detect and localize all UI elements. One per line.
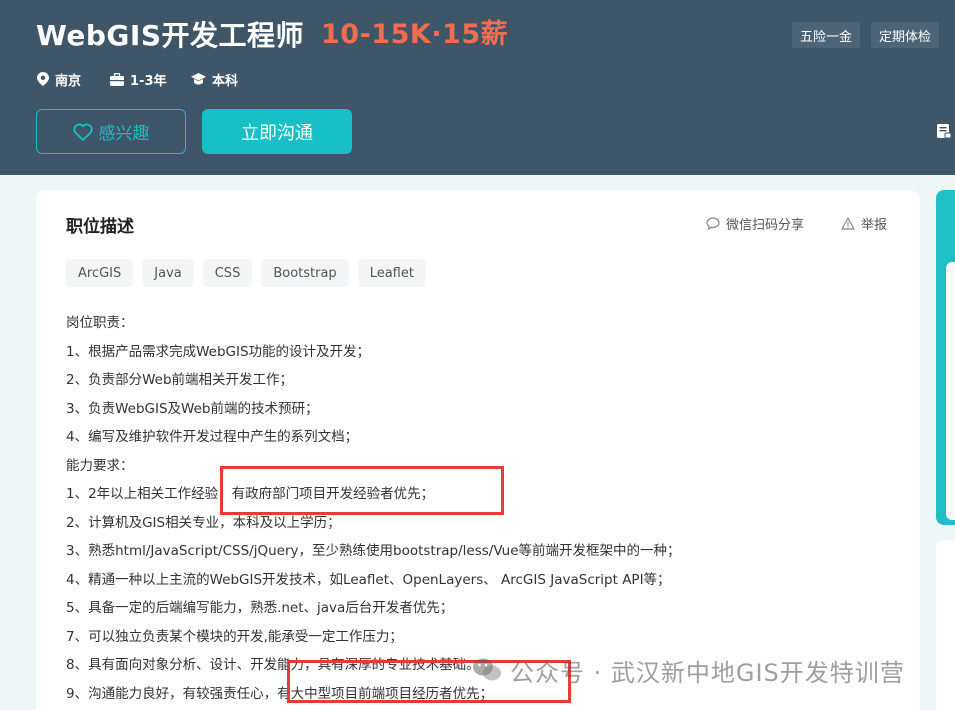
description-line: 2、负责部分Web前端相关开发工作； xyxy=(66,372,294,388)
watermark-text: 公众号 · 武汉新中地GIS开发特训营 xyxy=(510,658,905,687)
share-label: 微信扫码分享 xyxy=(726,218,805,233)
skill-tag[interactable]: Bootstrap xyxy=(261,259,349,287)
experience-text: 1-3年 xyxy=(130,73,167,89)
chat-now-button[interactable]: 立即沟通 xyxy=(202,109,352,154)
interest-button-label: 感兴趣 xyxy=(98,124,150,144)
section-title: 职位描述 xyxy=(66,217,134,237)
highlight-box xyxy=(220,466,504,515)
description-line: 5、具备一定的后端编写能力，熟悉.net、java后台开发者优先； xyxy=(66,600,454,616)
document-icon[interactable] xyxy=(936,123,952,139)
skill-tag[interactable]: ArcGIS xyxy=(66,259,134,287)
description-line: 1、根据产品需求完成WebGIS功能的设计及开发； xyxy=(66,343,371,360)
job-education: 本科 xyxy=(191,69,238,89)
skill-tag[interactable]: CSS xyxy=(202,259,253,287)
skill-tag[interactable]: Leaflet xyxy=(357,259,426,287)
warning-icon xyxy=(841,217,855,230)
wechat-icon xyxy=(473,658,501,681)
description-line: 7、可以独立负责某个模块的开发,能承受一定工作压力； xyxy=(66,628,403,645)
skill-tag[interactable]: Java xyxy=(142,259,194,287)
description-line: 4、编写及维护软件开发过程中产生的系列文档； xyxy=(66,429,359,445)
heart-icon xyxy=(72,123,93,141)
watermark: 公众号 · 武汉新中地GIS开发特训营 xyxy=(472,650,905,690)
description-line: 4、精通一种以上主流的WebGIS开发技术，如Leaflet、OpenLayer… xyxy=(66,571,671,588)
education-text: 本科 xyxy=(212,73,239,89)
side-panel-body xyxy=(946,262,955,520)
job-location: 南京 xyxy=(37,69,81,89)
interest-button[interactable]: 感兴趣 xyxy=(36,109,186,154)
location-icon xyxy=(37,72,49,86)
job-experience: 1-3年 xyxy=(110,69,167,89)
benefit-tag: 定期体检 xyxy=(871,22,940,48)
job-description-card: 职位描述 微信扫码分享 举报 ArcGIS Java CSS Bootstrap… xyxy=(36,190,920,710)
report-link[interactable]: 举报 xyxy=(841,214,887,233)
description-line: 3、负责WebGIS及Web前端的技术预研； xyxy=(66,400,319,417)
skill-tags: ArcGIS Java CSS Bootstrap Leaflet xyxy=(66,259,426,287)
job-title: WebGIS开发工程师 xyxy=(36,19,304,52)
side-card xyxy=(936,540,955,710)
benefit-tag: 五险一金 xyxy=(792,22,861,48)
briefcase-icon xyxy=(110,72,124,86)
description-line: 3、熟悉html/JavaScript/CSS/jQuery，至少熟练使用boo… xyxy=(66,543,681,559)
graduation-cap-icon xyxy=(191,73,206,85)
report-label: 举报 xyxy=(861,218,888,233)
city-text: 南京 xyxy=(55,73,82,89)
chat-bubble-icon xyxy=(706,217,720,230)
description-line: 岗位职责： xyxy=(66,315,134,331)
job-header: WebGIS开发工程师 10-15K·15薪 南京 1-3年 本科 五险一金 定… xyxy=(0,0,955,175)
salary: 10-15K·15薪 xyxy=(321,19,509,50)
wechat-share-link[interactable]: 微信扫码分享 xyxy=(706,214,804,233)
